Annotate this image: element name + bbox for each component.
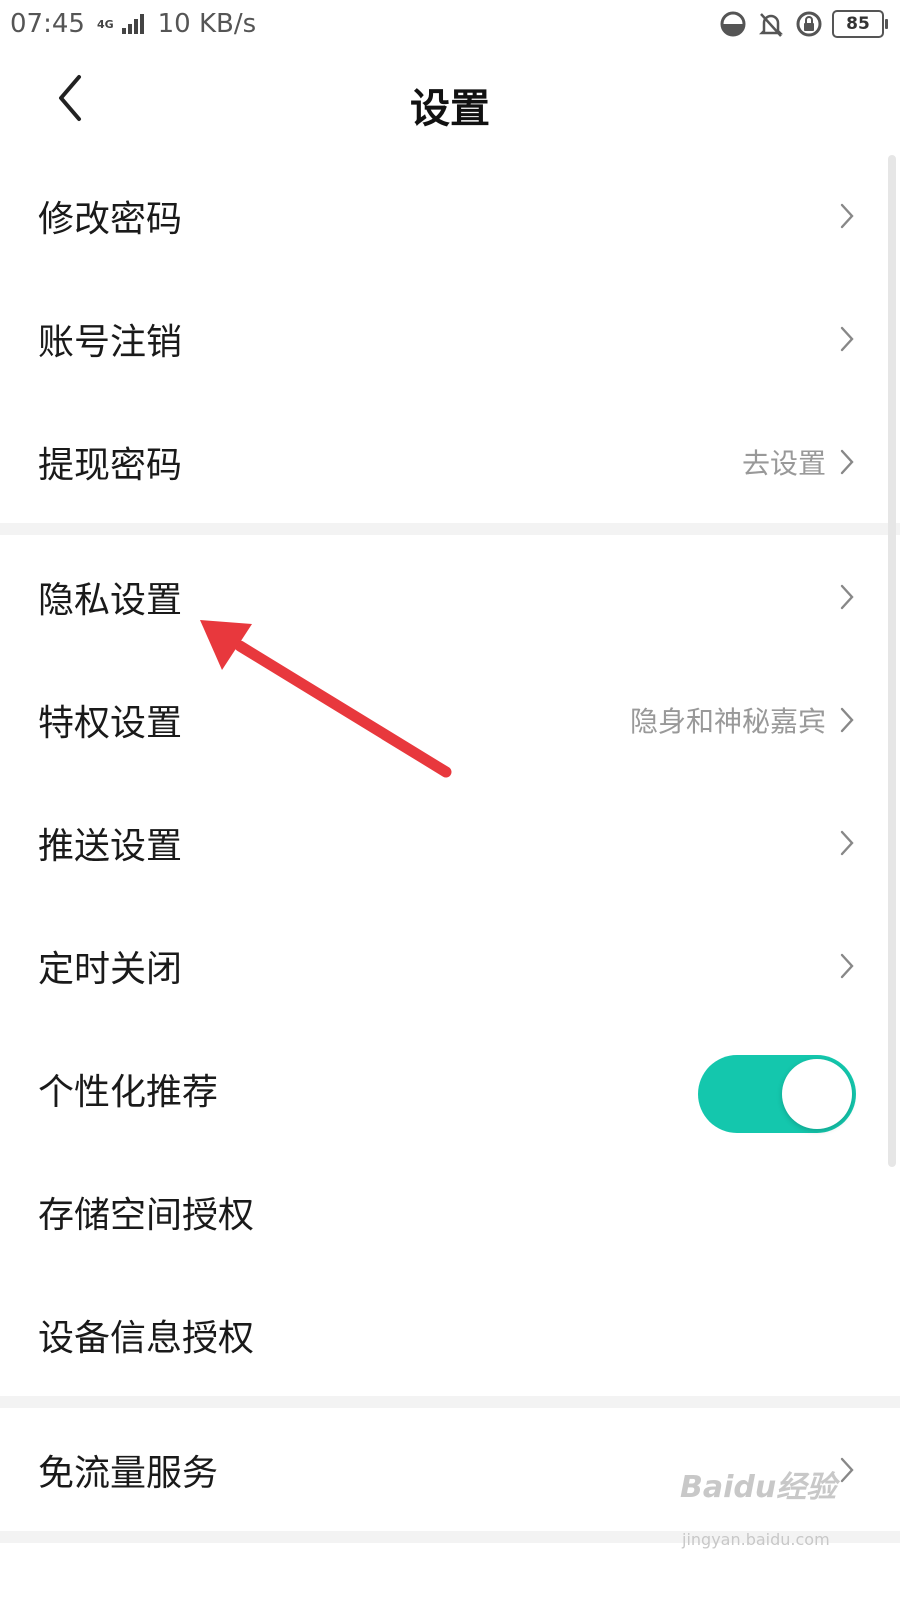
- settings-row-personalized: 个性化推荐: [0, 1027, 900, 1150]
- personalized-toggle[interactable]: [698, 1055, 856, 1133]
- row-label: 设备信息授权: [38, 1317, 255, 1359]
- row-label: 隐私设置: [38, 579, 183, 621]
- settings-row-storage-auth[interactable]: 存储空间授权: [0, 1150, 900, 1273]
- rotation-lock-icon: [796, 11, 822, 37]
- status-left: 07:45 4G 10 KB/s: [10, 9, 256, 39]
- chevron-right-icon: [840, 583, 856, 611]
- network-type: 4G: [96, 17, 114, 31]
- row-label: 推送设置: [38, 825, 183, 867]
- page-title: 设置: [410, 86, 490, 132]
- toggle-knob: [782, 1059, 852, 1129]
- signal-icon: [121, 14, 144, 34]
- chevron-right-icon: [840, 1456, 856, 1484]
- chevron-right-icon: [840, 202, 856, 230]
- chevron-right-icon: [840, 706, 856, 734]
- row-label: 存储空间授权: [38, 1194, 255, 1236]
- watermark-logo: Baidu经验: [680, 1470, 837, 1505]
- chevron-right-icon: [840, 952, 856, 980]
- row-label: 账号注销: [38, 321, 183, 363]
- chevron-right-icon: [840, 325, 856, 353]
- settings-row-change-password[interactable]: 修改密码: [0, 154, 900, 277]
- settings-row-withdraw-password[interactable]: 提现密码 去设置: [0, 400, 900, 523]
- status-right: 85: [718, 9, 890, 39]
- settings-list: 修改密码 账号注销 提现密码 去设置 隐私设置 特权设置 隐身和神秘嘉宾 推送设…: [0, 154, 900, 1543]
- watermark-url: jingyan.baidu.com: [682, 1530, 830, 1549]
- settings-row-privacy[interactable]: 隐私设置: [0, 535, 900, 658]
- battery-indicator: 85: [832, 10, 888, 38]
- bell-muted-icon: [758, 13, 784, 37]
- status-bar: 07:45 4G 10 KB/s 85: [0, 0, 900, 48]
- row-label: 修改密码: [38, 198, 183, 240]
- status-time: 07:45: [10, 9, 85, 39]
- data-saver-icon: [720, 11, 746, 37]
- row-label: 提现密码: [38, 444, 183, 486]
- row-value: 隐身和神秘嘉宾: [629, 704, 826, 738]
- settings-row-push[interactable]: 推送设置: [0, 781, 900, 904]
- settings-row-account-cancel[interactable]: 账号注销: [0, 277, 900, 400]
- network-speed: 10 KB/s: [157, 9, 257, 39]
- chevron-right-icon: [840, 448, 856, 476]
- settings-row-privilege[interactable]: 特权设置 隐身和神秘嘉宾: [0, 658, 900, 781]
- settings-row-timer-close[interactable]: 定时关闭: [0, 904, 900, 1027]
- row-value: 去设置: [741, 446, 826, 480]
- app-header: 设置: [0, 48, 900, 154]
- settings-row-device-auth[interactable]: 设备信息授权: [0, 1273, 900, 1396]
- row-label: 定时关闭: [38, 948, 183, 990]
- scrollbar[interactable]: [888, 155, 896, 1167]
- section-divider: [0, 523, 900, 535]
- section-divider: [0, 1396, 900, 1408]
- chevron-right-icon: [840, 829, 856, 857]
- row-label: 特权设置: [38, 702, 183, 744]
